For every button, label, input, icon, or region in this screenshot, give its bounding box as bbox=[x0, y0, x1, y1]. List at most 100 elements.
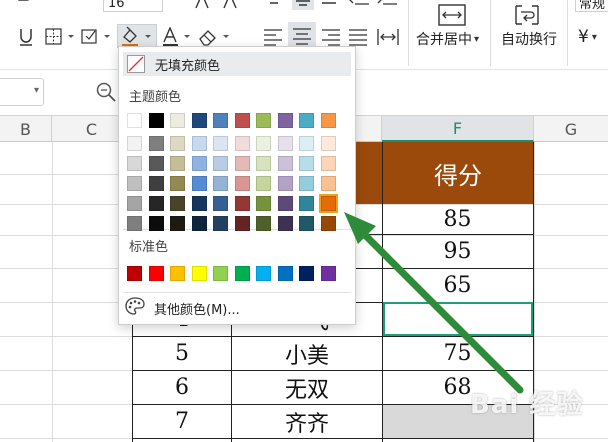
theme-color-swatch[interactable] bbox=[213, 113, 228, 128]
theme-color-swatch[interactable] bbox=[127, 113, 142, 128]
theme-color-swatch[interactable] bbox=[277, 156, 293, 171]
table-cell-name[interactable]: 无双 bbox=[232, 371, 382, 404]
theme-color-swatch[interactable] bbox=[148, 156, 164, 171]
theme-color-swatch[interactable] bbox=[148, 136, 164, 151]
align-top-icon[interactable] bbox=[265, 0, 283, 6]
theme-color-swatch[interactable] bbox=[277, 196, 293, 211]
theme-color-swatch[interactable] bbox=[234, 176, 250, 191]
table-cell-no[interactable]: 5 bbox=[133, 337, 231, 370]
table-cell-score[interactable]: 75 bbox=[382, 337, 533, 370]
align-middle-icon[interactable] bbox=[292, 0, 314, 10]
standard-color-swatch[interactable] bbox=[256, 266, 271, 281]
standard-color-swatch[interactable] bbox=[299, 266, 314, 281]
standard-color-swatch[interactable] bbox=[320, 266, 336, 281]
theme-color-swatch[interactable] bbox=[320, 113, 336, 128]
theme-color-swatch[interactable] bbox=[299, 216, 314, 231]
theme-color-swatch[interactable] bbox=[148, 113, 164, 128]
theme-color-swatch[interactable] bbox=[191, 216, 207, 231]
theme-color-swatch[interactable] bbox=[277, 113, 293, 128]
table-cell-score[interactable]: 85 bbox=[382, 205, 533, 234]
theme-color-swatch[interactable] bbox=[127, 216, 142, 231]
theme-color-swatch[interactable] bbox=[256, 176, 271, 191]
search-icon[interactable] bbox=[94, 80, 118, 104]
clear-format-button[interactable] bbox=[197, 26, 233, 48]
theme-color-swatch[interactable] bbox=[256, 216, 271, 231]
theme-color-swatch[interactable] bbox=[320, 136, 336, 151]
theme-color-swatch[interactable] bbox=[148, 176, 164, 191]
column-header-g[interactable]: G bbox=[534, 116, 608, 142]
standard-color-swatch[interactable] bbox=[127, 266, 142, 281]
standard-color-swatch[interactable] bbox=[213, 266, 228, 281]
theme-color-swatch[interactable] bbox=[234, 156, 250, 171]
name-box[interactable]: ▾ bbox=[0, 78, 44, 106]
no-fill-option[interactable]: 无填充颜色 bbox=[123, 52, 351, 76]
theme-color-swatch[interactable] bbox=[213, 216, 228, 231]
wrap-text-icon[interactable] bbox=[512, 2, 542, 28]
theme-color-swatch[interactable] bbox=[299, 156, 314, 171]
theme-color-swatch[interactable] bbox=[256, 196, 271, 211]
more-colors-option[interactable]: 其他颜色(M)... bbox=[125, 297, 240, 319]
column-header-f[interactable]: F bbox=[382, 116, 534, 142]
theme-color-swatch[interactable] bbox=[299, 176, 314, 191]
align-bottom-icon[interactable] bbox=[320, 0, 338, 6]
theme-color-swatch[interactable] bbox=[213, 176, 228, 191]
theme-color-swatch[interactable] bbox=[170, 176, 185, 191]
align-right-icon[interactable] bbox=[320, 26, 342, 48]
table-cell-no[interactable]: 7 bbox=[133, 405, 231, 438]
theme-color-swatch[interactable] bbox=[127, 156, 142, 171]
theme-color-swatch[interactable] bbox=[320, 216, 336, 231]
theme-color-swatch[interactable] bbox=[213, 156, 228, 171]
theme-color-swatch[interactable] bbox=[234, 113, 250, 128]
font-size-select[interactable]: 16 bbox=[103, 0, 163, 12]
theme-color-swatch[interactable] bbox=[299, 136, 314, 151]
table-cell-name[interactable]: 齐齐 bbox=[232, 405, 382, 438]
align-left-icon[interactable] bbox=[262, 26, 284, 48]
theme-color-swatch[interactable] bbox=[170, 136, 185, 151]
theme-color-swatch[interactable] bbox=[127, 136, 142, 151]
theme-color-swatch[interactable] bbox=[213, 136, 228, 151]
theme-color-swatch[interactable] bbox=[234, 196, 250, 211]
table-cell-score[interactable]: 95 bbox=[382, 235, 533, 268]
theme-color-swatch[interactable] bbox=[320, 156, 336, 171]
score-header-cell[interactable]: 得分 bbox=[382, 142, 534, 204]
increase-indent-icon[interactable] bbox=[377, 0, 399, 8]
theme-color-swatch[interactable] bbox=[148, 216, 164, 231]
theme-color-swatch[interactable] bbox=[127, 176, 142, 191]
theme-color-swatch[interactable] bbox=[191, 176, 207, 191]
theme-color-swatch[interactable] bbox=[191, 113, 207, 128]
decrease-indent-icon[interactable] bbox=[349, 0, 371, 8]
font-color-button[interactable] bbox=[160, 26, 194, 48]
theme-color-swatch[interactable] bbox=[191, 156, 207, 171]
justify-icon[interactable] bbox=[347, 26, 369, 48]
theme-color-swatch[interactable] bbox=[256, 136, 271, 151]
theme-color-swatch[interactable] bbox=[277, 216, 293, 231]
standard-color-swatch[interactable] bbox=[277, 266, 293, 281]
column-header-b[interactable]: B bbox=[0, 116, 52, 142]
theme-color-swatch[interactable] bbox=[320, 176, 336, 191]
theme-color-swatch[interactable] bbox=[299, 113, 314, 128]
theme-color-swatch[interactable] bbox=[170, 196, 185, 211]
theme-color-swatch[interactable] bbox=[127, 196, 142, 211]
theme-color-swatch[interactable] bbox=[170, 113, 185, 128]
standard-color-swatch[interactable] bbox=[148, 266, 164, 281]
currency-button[interactable]: ¥ ▾ bbox=[578, 26, 608, 48]
table-cell-no[interactable]: 6 bbox=[133, 371, 231, 404]
underline-icon[interactable] bbox=[16, 26, 36, 48]
theme-color-swatch[interactable] bbox=[148, 196, 164, 211]
theme-color-swatch[interactable] bbox=[277, 176, 293, 191]
theme-color-swatch[interactable] bbox=[256, 156, 271, 171]
decrease-font-icon[interactable] bbox=[222, 0, 240, 10]
border-button[interactable] bbox=[44, 26, 78, 48]
fill-color-button[interactable] bbox=[117, 24, 157, 48]
theme-color-swatch[interactable] bbox=[277, 136, 293, 151]
theme-color-swatch[interactable] bbox=[256, 113, 271, 128]
merge-center-button[interactable]: 合并居中 ▾ bbox=[416, 29, 490, 49]
theme-color-swatch[interactable] bbox=[234, 136, 250, 151]
standard-color-swatch[interactable] bbox=[191, 266, 207, 281]
theme-color-swatch[interactable] bbox=[299, 196, 314, 211]
merge-center-icon[interactable] bbox=[436, 2, 468, 28]
number-format-select[interactable]: 常规 bbox=[575, 0, 608, 12]
theme-color-swatch[interactable] bbox=[170, 156, 185, 171]
theme-color-swatch[interactable] bbox=[234, 216, 250, 231]
theme-color-swatch[interactable] bbox=[213, 196, 228, 211]
